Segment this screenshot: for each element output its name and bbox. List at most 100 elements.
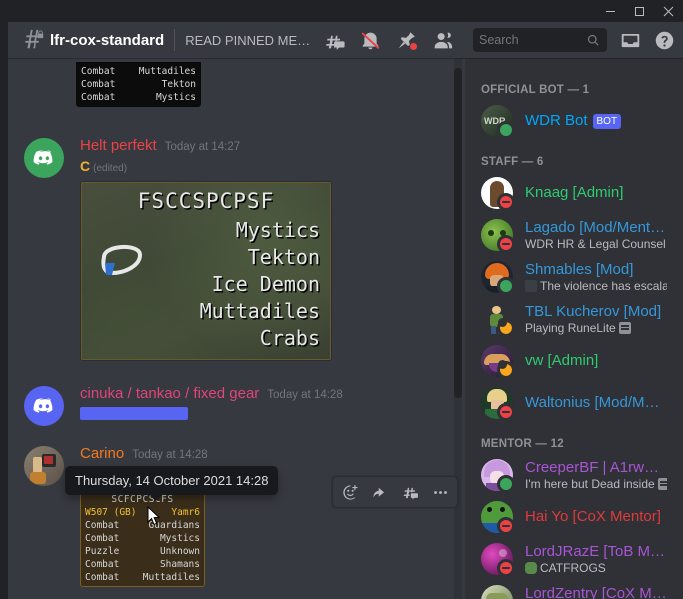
- member-name: CreeperBF | A1rwolf [...: [525, 458, 667, 476]
- member-item-lordjraze[interactable]: LordJRazE [ToB Ment... CATFROGS: [473, 538, 675, 580]
- message-text: C(edited): [80, 157, 417, 178]
- message-timestamp[interactable]: Today at 14:28: [132, 448, 207, 464]
- member-item-lordzentry[interactable]: LordZentry [CoX Men... Playing RuneLite: [473, 580, 675, 599]
- osrs-cell-right: Mystics: [155, 92, 196, 103]
- avatar[interactable]: [481, 501, 515, 535]
- notifications-muted-icon[interactable]: [359, 29, 381, 51]
- message-timestamp[interactable]: Today at 14:27: [165, 140, 240, 156]
- member-item-knaag[interactable]: Knaag [Admin]: [473, 172, 675, 214]
- pinned-messages-icon[interactable]: [395, 29, 418, 51]
- osrs-image-line: Tekton: [247, 245, 320, 270]
- necklace-item-icon: [101, 245, 143, 276]
- member-item-creeperbf[interactable]: CreeperBF | A1rwolf [... I'm here but De…: [473, 454, 675, 496]
- avatar[interactable]: [481, 387, 515, 421]
- member-status-label: I'm here but Dead inside: [525, 477, 655, 492]
- member-item-shmables[interactable]: Shmables [Mod] The violence has escalate…: [473, 256, 675, 298]
- member-name: Hai Yo [CoX Mentor]: [525, 508, 661, 526]
- member-name: Shmables [Mod]: [525, 260, 634, 278]
- message-item[interactable]: Helt perfekt Today at 14:27 C (edited) FS…: [8, 134, 465, 368]
- message-attachment-image[interactable]: FSCCSPCPSF Mystics Tekton Ice Demon Mutt…: [80, 181, 332, 362]
- channel-name: lfr-cox-standard: [50, 31, 165, 49]
- avatar[interactable]: [481, 177, 515, 211]
- window-maximize-button[interactable]: [625, 0, 654, 22]
- message-text: [80, 405, 417, 421]
- avatar[interactable]: [481, 345, 515, 379]
- message-author[interactable]: Carino: [80, 444, 124, 465]
- message-timestamp[interactable]: Today at 14:28: [267, 388, 342, 404]
- avatar[interactable]: [481, 303, 515, 337]
- member-item-lagado[interactable]: Lagado [Mod/Mentor] WDR HR & Legal Couns…: [473, 214, 675, 256]
- member-text: LordZentry [CoX Men... Playing RuneLite: [525, 585, 667, 599]
- channel-topic[interactable]: READ PINNED MESS...: [185, 33, 315, 48]
- osrs-cell-right: Unknown: [159, 545, 200, 557]
- message-item[interactable]: cinuka / tankao / fixed gear Today at 14…: [8, 382, 465, 428]
- member-text: Waltonius [Mod/Men...: [525, 394, 667, 411]
- message-content: cinuka / tankao / fixed gear Today at 14…: [80, 384, 417, 426]
- member-name: Lagado [Mod/Mentor]: [525, 218, 667, 236]
- message-hover-toolbar[interactable]: [332, 476, 458, 508]
- message-list[interactable]: Combat Muttadiles Combat Tekton Combat M…: [8, 58, 465, 599]
- member-item-tbl-kucherov[interactable]: TBL Kucherov [Mod] Playing RuneLite: [473, 298, 675, 340]
- create-thread-icon[interactable]: [395, 477, 425, 507]
- avatar[interactable]: [24, 446, 64, 487]
- osrs-cell-left: Combat: [81, 79, 116, 90]
- member-name: Knaag [Admin]: [525, 184, 624, 202]
- avatar[interactable]: WDR: [481, 105, 515, 139]
- partial-attachment-top[interactable]: Combat Muttadiles Combat Tekton Combat M…: [8, 58, 465, 112]
- osrs-row: Puzzle Unknown: [85, 545, 200, 558]
- avatar[interactable]: [481, 585, 513, 599]
- window-minimize-button[interactable]: [596, 0, 625, 22]
- message-body: C: [80, 157, 91, 174]
- avatar[interactable]: [481, 219, 515, 253]
- message-item[interactable]: Carino Today at 14:28 C(edited) SCFCPCSC…: [8, 442, 465, 593]
- search-input[interactable]: [479, 33, 586, 47]
- message-author[interactable]: Helt perfekt: [80, 136, 157, 157]
- member-item-wdr-bot[interactable]: WDR WDR Bot BOT: [473, 100, 675, 142]
- member-name: TBL Kucherov [Mod]: [525, 302, 662, 320]
- inbox-icon[interactable]: [619, 29, 641, 51]
- member-list[interactable]: OFFICIAL BOT — 1 WDR WDR Bot BOT STAFF —…: [465, 58, 683, 599]
- avatar[interactable]: [481, 543, 515, 577]
- member-status-label: Playing RuneLite: [525, 321, 616, 336]
- avatar[interactable]: [24, 138, 64, 178]
- avatar[interactable]: [24, 386, 64, 427]
- member-item-waltonius[interactable]: Waltonius [Mod/Men...: [473, 382, 675, 424]
- osrs-cell-right: Tekton: [161, 79, 196, 90]
- timestamp-tooltip: Thursday, 14 October 2021 14:28: [65, 466, 279, 501]
- member-group-title: OFFICIAL BOT — 1: [481, 84, 590, 96]
- osrs-row: Combat Mystics: [81, 91, 196, 104]
- members-icon[interactable]: [431, 29, 453, 51]
- member-group-title: STAFF — 6: [481, 156, 544, 168]
- help-icon[interactable]: [653, 29, 675, 51]
- member-name: vw [Admin]: [525, 352, 599, 370]
- message-mention-chip[interactable]: [80, 406, 188, 420]
- status-indicator-online: [497, 121, 515, 139]
- message-attachment-image[interactable]: SCFCPCSCFS W507 (GB) Yamr6 Combat Guardi…: [80, 489, 205, 587]
- avatar[interactable]: [481, 459, 515, 493]
- emoji-icon: [525, 280, 537, 293]
- osrs-cell-left: Combat: [85, 571, 120, 583]
- status-indicator-online: [497, 277, 515, 295]
- member-group-title: MENTOR — 12: [481, 438, 564, 450]
- reply-icon[interactable]: [365, 477, 395, 507]
- osrs-header-row: W507 (GB) Yamr6: [85, 506, 200, 519]
- message-author[interactable]: cinuka / tankao / fixed gear: [80, 384, 259, 405]
- search-box[interactable]: [473, 28, 607, 52]
- add-reaction-icon[interactable]: [335, 477, 365, 507]
- server-list-rail[interactable]: [0, 22, 8, 599]
- osrs-player-label: Yamr6: [171, 506, 200, 518]
- threads-icon[interactable]: [323, 29, 345, 51]
- osrs-image-line: Mystics: [235, 218, 320, 243]
- member-item-vw[interactable]: vw [Admin]: [473, 340, 675, 382]
- member-name: Waltonius [Mod/Men...: [525, 394, 667, 412]
- header-right-group: [473, 28, 675, 52]
- member-item-hai-yo[interactable]: Hai Yo [CoX Mentor]: [473, 496, 675, 538]
- osrs-cell-right: Muttadiles: [142, 571, 200, 583]
- message-header: cinuka / tankao / fixed gear Today at 14…: [80, 384, 417, 405]
- avatar[interactable]: [481, 261, 515, 295]
- member-status-text: CATFROGS: [525, 561, 667, 575]
- runelite-icon: [618, 322, 631, 335]
- member-text: Shmables [Mod] The violence has escalate…: [525, 261, 667, 293]
- window-close-button[interactable]: [654, 0, 683, 22]
- more-options-icon[interactable]: [425, 477, 455, 507]
